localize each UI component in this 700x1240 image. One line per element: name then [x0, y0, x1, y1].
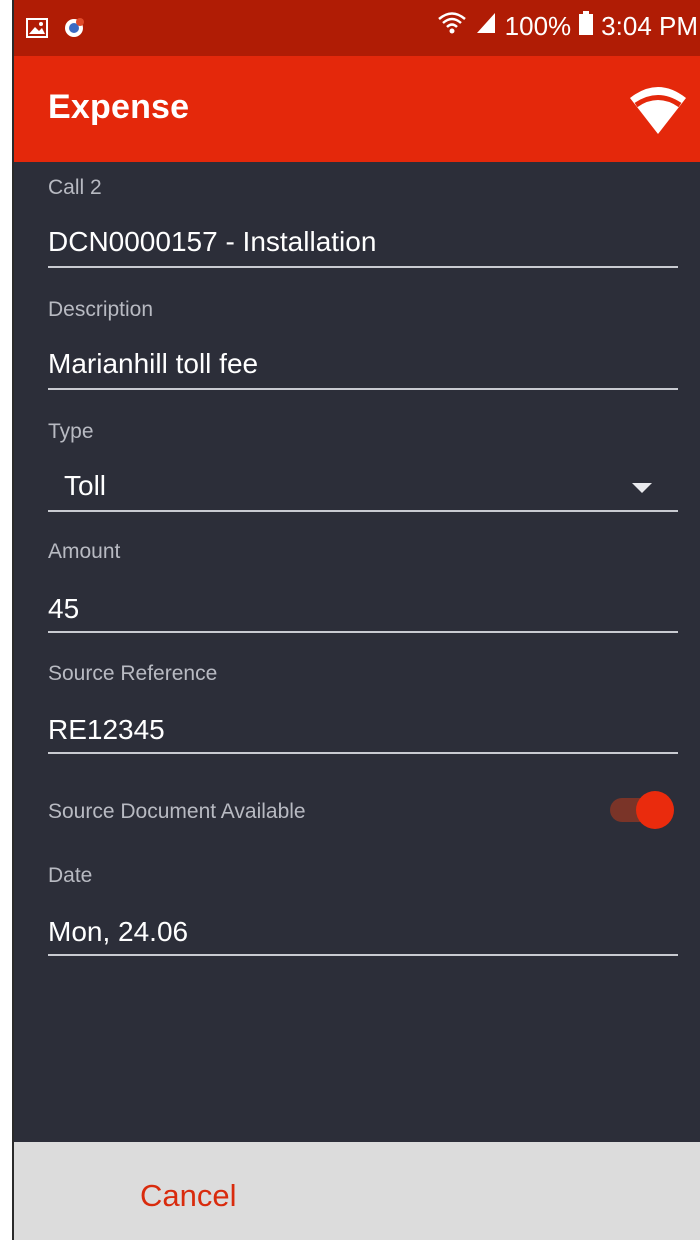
type-select[interactable]: Toll — [64, 470, 106, 502]
app-notification-icon — [62, 16, 86, 45]
date-field[interactable]: Date Mon, 24.06 — [48, 864, 678, 956]
description-label: Description — [48, 298, 154, 321]
app-screen: 100% 3:04 PM Expense Call 2 DCN0000157 -… — [12, 0, 700, 1240]
amount-field[interactable]: Amount 45 — [48, 540, 678, 633]
status-bar: 100% 3:04 PM — [14, 0, 700, 56]
amount-underline — [48, 631, 678, 633]
call-underline — [48, 266, 678, 268]
source-reference-underline — [48, 752, 678, 754]
source-reference-label: Source Reference — [48, 662, 218, 685]
call-field[interactable]: Call 2 DCN0000157 - Installation — [48, 176, 678, 268]
bottom-action-bar: Cancel — [14, 1142, 700, 1240]
app-bar: Expense — [14, 56, 700, 162]
type-label: Type — [48, 420, 94, 443]
source-document-label: Source Document Available — [48, 800, 306, 823]
cancel-button[interactable]: Cancel — [140, 1178, 237, 1214]
call-value[interactable]: DCN0000157 - Installation — [48, 226, 376, 258]
description-input[interactable]: Marianhill toll fee — [48, 348, 258, 380]
page-title: Expense — [48, 88, 190, 126]
amount-label: Amount — [48, 540, 121, 563]
type-field[interactable]: Type Toll — [48, 420, 678, 512]
type-underline — [48, 510, 678, 512]
source-reference-field[interactable]: Source Reference RE12345 — [48, 662, 678, 754]
date-underline — [48, 954, 678, 956]
amount-input[interactable]: 45 — [48, 593, 79, 625]
gallery-icon — [26, 18, 48, 43]
clock: 3:04 PM — [601, 11, 698, 41]
date-input[interactable]: Mon, 24.06 — [48, 916, 188, 948]
wifi-icon[interactable] — [628, 84, 688, 141]
battery-percent: 100% — [504, 11, 572, 41]
date-label: Date — [48, 864, 93, 887]
source-document-toggle[interactable] — [636, 791, 674, 829]
description-field[interactable]: Description Marianhill toll fee — [48, 298, 678, 390]
chevron-down-icon[interactable] — [632, 483, 652, 493]
description-underline — [48, 388, 678, 390]
call-label: Call 2 — [48, 176, 102, 199]
battery-icon — [579, 11, 594, 42]
signal-icon — [475, 11, 497, 42]
wifi-status-icon — [437, 10, 467, 43]
source-reference-input[interactable]: RE12345 — [48, 714, 165, 746]
source-document-row: Source Document Available — [48, 800, 678, 824]
